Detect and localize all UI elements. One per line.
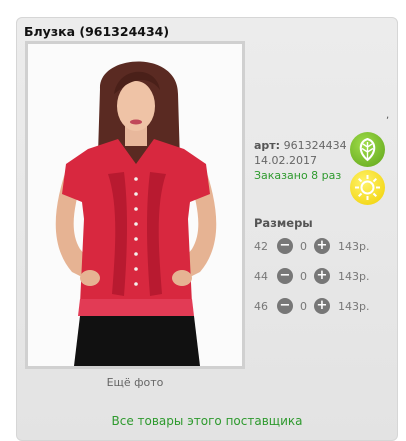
increase-button[interactable]: + — [314, 238, 330, 254]
size-label: 42 — [254, 240, 268, 253]
size-label: 44 — [254, 270, 268, 283]
product-title: Блузка (961324434) — [24, 24, 170, 39]
model-photo-illustration — [28, 44, 242, 366]
decrease-button[interactable]: − — [277, 238, 293, 254]
increase-button[interactable]: + — [314, 268, 330, 284]
increase-button[interactable]: + — [314, 298, 330, 314]
quantity-value: 0 — [300, 240, 307, 253]
product-photo[interactable] — [25, 41, 245, 369]
size-price: 143р. — [338, 300, 370, 313]
edge-mark: , — [386, 110, 390, 121]
more-photos-link[interactable]: Ещё фото — [25, 376, 245, 389]
product-info: арт: 961324434 14.02.2017 Заказано 8 раз — [254, 138, 347, 183]
decrease-button[interactable]: − — [277, 298, 293, 314]
size-price: 143р. — [338, 270, 370, 283]
leaf-icon — [350, 132, 385, 167]
order-count: Заказано 8 раз — [254, 169, 342, 182]
article-value: 961324434 — [283, 139, 347, 152]
product-date: 14.02.2017 — [254, 154, 317, 167]
quantity-value: 0 — [300, 270, 307, 283]
quantity-value: 0 — [300, 300, 307, 313]
sizes-heading: Размеры — [254, 216, 313, 230]
size-price: 143р. — [338, 240, 370, 253]
article-line: арт: 961324434 — [254, 138, 347, 153]
supplier-products-link[interactable]: Все товары этого поставщика — [16, 414, 398, 428]
sun-icon — [350, 170, 385, 205]
size-label: 46 — [254, 300, 268, 313]
article-label: арт: — [254, 139, 281, 152]
decrease-button[interactable]: − — [277, 268, 293, 284]
